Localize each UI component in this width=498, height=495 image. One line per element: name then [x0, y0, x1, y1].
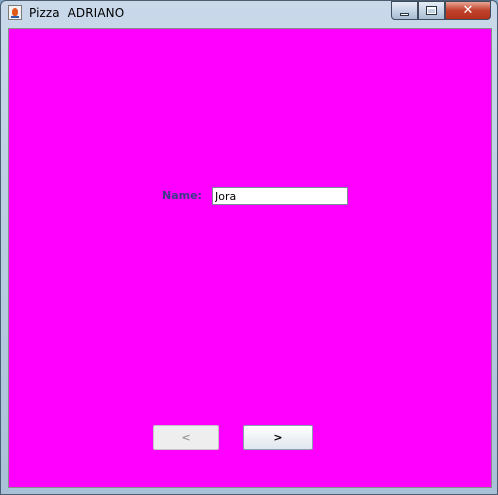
app-window: Pizza ADRIANO ✕ Name: < >	[0, 0, 498, 495]
title-bar[interactable]: Pizza ADRIANO ✕	[1, 1, 497, 25]
name-label: Name:	[162, 189, 202, 202]
maximize-icon	[426, 6, 437, 15]
previous-button[interactable]: <	[153, 425, 219, 450]
content-panel: Name: < >	[8, 28, 492, 488]
maximize-button[interactable]	[418, 1, 445, 20]
window-title: Pizza ADRIANO	[29, 6, 125, 20]
next-button[interactable]: >	[243, 425, 313, 450]
java-cup-icon[interactable]	[8, 5, 22, 20]
window-controls: ✕	[391, 1, 491, 20]
minimize-icon	[400, 12, 409, 16]
name-input[interactable]	[212, 187, 348, 205]
close-button[interactable]: ✕	[445, 1, 491, 20]
minimize-button[interactable]	[391, 1, 418, 20]
close-icon: ✕	[462, 3, 474, 18]
